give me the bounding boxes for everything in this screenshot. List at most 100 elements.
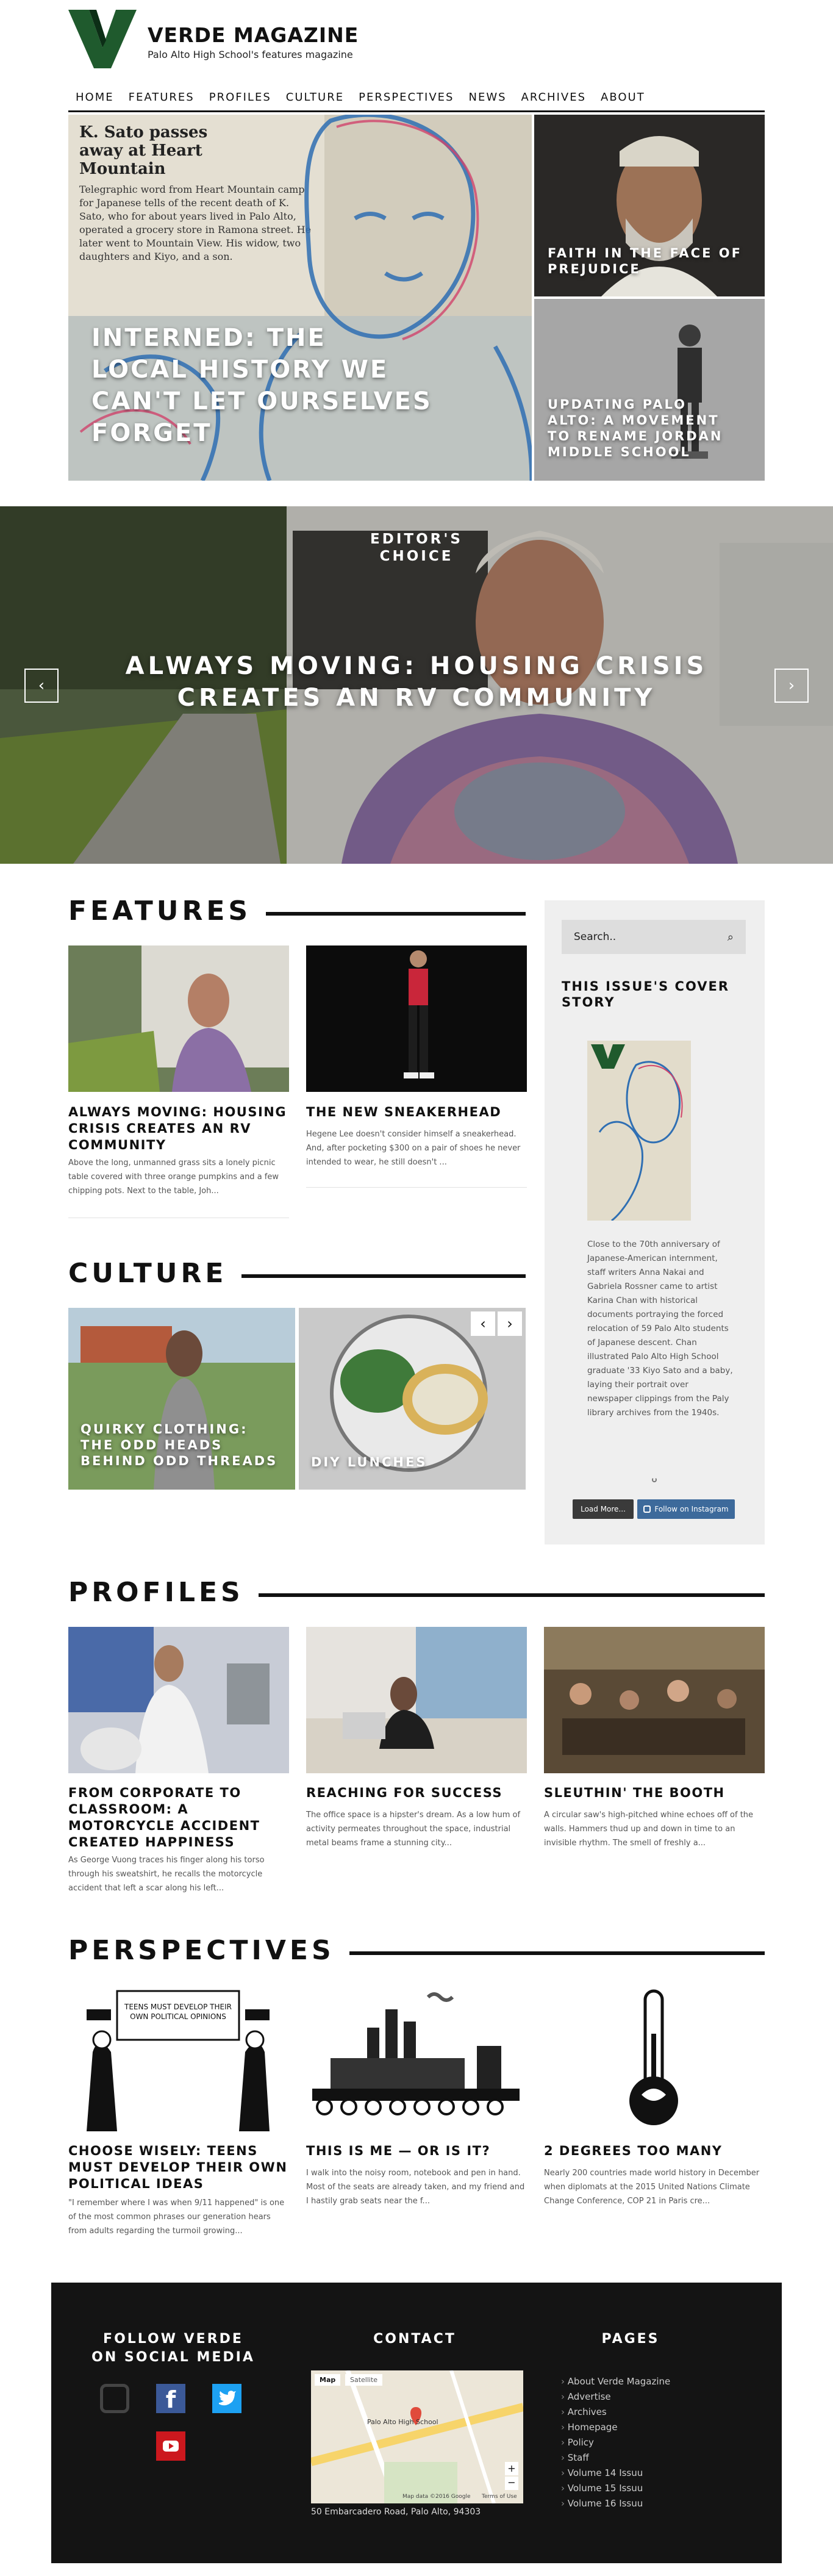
nav-home[interactable]: HOME (68, 91, 121, 104)
zoom-in-button[interactable]: + (505, 2462, 518, 2475)
workshop-photo-icon (544, 1627, 765, 1773)
cover-image[interactable] (587, 1041, 691, 1221)
google-map[interactable]: Map Satellite Palo Alto High School + − … (311, 2370, 523, 2503)
map-terms-link[interactable]: Terms of Use (482, 2494, 517, 2500)
profile-booth-excerpt: A circular saw's high-pitched whine echo… (544, 1810, 754, 1848)
instagram-small-icon (643, 1505, 651, 1513)
site-title[interactable]: VERDE MAGAZINE (148, 23, 359, 47)
page-link[interactable]: Policy (561, 2435, 670, 2450)
search-input[interactable]: Search.. (574, 931, 616, 943)
nav-about[interactable]: ABOUT (593, 91, 652, 104)
profile-booth-title[interactable]: SLEUTHIN' THE BOOTH (544, 1785, 765, 1801)
perspective-degrees-title[interactable]: 2 DEGREES TOO MANY (544, 2143, 765, 2159)
twitter-bird-icon (219, 2391, 236, 2406)
site-tagline: Palo Alto High School's features magazin… (148, 49, 353, 60)
perspective-teens-title[interactable]: CHOOSE WISELY: TEENS MUST DEVELOP THEIR … (68, 2143, 289, 2192)
profile-booth-image[interactable] (544, 1627, 765, 1773)
editors-choice-slider[interactable]: EDITOR'S CHOICE ALWAYS MOVING: HOUSING C… (0, 506, 833, 864)
twitter-icon[interactable] (212, 2384, 241, 2413)
hero-faith-title[interactable]: FAITH IN THE FACE OF PREJUDICE (548, 245, 749, 277)
page-link[interactable]: Volume 16 Issuu (561, 2496, 670, 2511)
follow-instagram-label: Follow on Instagram (654, 1505, 729, 1513)
hero-jordan-title[interactable]: UPDATING PALO ALTO: A MOVEMENT TO RENAME… (548, 396, 731, 460)
hero-main-story[interactable]: K. Sato passes away at Heart Mountain Te… (68, 115, 532, 481)
feature-sneaker-image[interactable] (306, 945, 527, 1092)
page-link[interactable]: Volume 15 Issuu (561, 2481, 670, 2496)
perspective-teens-excerpt: "I remember where I was when 9/11 happen… (68, 2198, 285, 2236)
profile-reaching-excerpt: The office space is a hipster's dream. A… (306, 1810, 521, 1848)
instagram-icon[interactable] (100, 2384, 129, 2413)
search-box[interactable]: Search.. ⌕ (562, 920, 746, 954)
nav-archives[interactable]: ARCHIVES (514, 91, 593, 104)
culture-next-button[interactable]: › (498, 1311, 522, 1336)
nav-profiles[interactable]: PROFILES (202, 91, 279, 104)
perspective-me-title[interactable]: THIS IS ME — OR IS IT? (306, 2143, 527, 2159)
slider-prev-button[interactable]: ‹ (24, 669, 59, 703)
page-link[interactable]: Volume 14 Issuu (561, 2466, 670, 2481)
feature-divider (306, 1187, 527, 1188)
feature-rv-title[interactable]: ALWAYS MOVING: HOUSING CRISIS CREATES AN… (68, 1104, 289, 1153)
culture-heading: CULTURE (68, 1258, 242, 1289)
perspective-me-image[interactable] (306, 1985, 527, 2131)
culture-diy-title[interactable]: DIY LUNCHES (311, 1454, 518, 1470)
search-icon[interactable]: ⌕ (728, 931, 734, 944)
cover-caption: Close to the 70th anniversary of Japanes… (587, 1240, 733, 1418)
nav-news[interactable]: NEWS (461, 91, 513, 104)
feature-sneaker-excerpt: Hegene Lee doesn't consider himself a sn… (306, 1130, 521, 1167)
cover-story-heading: THIS ISSUE'S COVER STORY (562, 979, 729, 1010)
profile-corporate-title[interactable]: FROM CORPORATE TO CLASSROOM: A MOTORCYCL… (68, 1785, 289, 1851)
page-link[interactable]: Staff (561, 2450, 670, 2466)
thermometer-globe-icon (544, 1985, 765, 2131)
perspective-me-excerpt: I walk into the noisy room, notebook and… (306, 2169, 525, 2206)
contact-heading: CONTACT (373, 2331, 456, 2347)
load-more-button[interactable]: Load More... (573, 1499, 634, 1519)
pages-heading: PAGES (601, 2331, 660, 2347)
map-place-label: Palo Alto High School (367, 2418, 438, 2426)
sneakerhead-photo-icon (306, 945, 527, 1092)
footer: FOLLOW VERDE ON SOCIAL MEDIA f CONTACT M… (51, 2283, 782, 2563)
office-photo-icon (306, 1627, 527, 1773)
sidebar: Search.. ⌕ THIS ISSUE'S COVER STORY Clos… (545, 900, 765, 1545)
profile-reaching-image[interactable] (306, 1627, 527, 1773)
map-tab-satellite[interactable]: Satellite (345, 2374, 383, 2386)
perspectives-heading: PERSPECTIVES (68, 1935, 349, 1966)
culture-quirky-card[interactable]: QUIRKY CLOTHING: THE ODD HEADS BEHIND OD… (68, 1308, 295, 1490)
contact-address: 50 Embarcadero Road, Palo Alto, 94303 (311, 2507, 481, 2517)
perspective-teens-image[interactable]: TEENS MUST DEVELOP THEIR OWN POLITICAL O… (68, 1985, 289, 2131)
facebook-icon[interactable]: f (156, 2384, 185, 2413)
feature-rv-excerpt: Above the long, unmanned grass sits a lo… (68, 1158, 279, 1196)
map-credit: Map data ©2016 Google (402, 2494, 471, 2500)
follow-instagram-button[interactable]: Follow on Instagram (637, 1499, 735, 1519)
verde-logo-icon[interactable] (68, 10, 137, 68)
nav-perspectives[interactable]: PERSPECTIVES (351, 91, 461, 104)
loading-spinner-icon (652, 1477, 657, 1482)
nav-features[interactable]: FEATURES (121, 91, 202, 104)
hero-jordan-story[interactable]: UPDATING PALO ALTO: A MOVEMENT TO RENAME… (534, 299, 765, 481)
map-tiles-icon (311, 2370, 523, 2503)
rv-photo-icon (68, 945, 289, 1092)
page-link[interactable]: Homepage (561, 2420, 670, 2435)
culture-diy-card[interactable]: DIY LUNCHES ‹ › (299, 1308, 526, 1490)
perspective-degrees-image[interactable] (544, 1985, 765, 2131)
profile-reaching-title[interactable]: REACHING FOR SUCCESS (306, 1785, 527, 1801)
perspective-degrees-excerpt: Nearly 200 countries made world history … (544, 2169, 760, 2206)
hero-main-title[interactable]: INTERNED: THE LOCAL HISTORY WE CAN'T LET… (91, 322, 433, 449)
culture-quirky-title[interactable]: QUIRKY CLOTHING: THE ODD HEADS BEHIND OD… (80, 1421, 288, 1469)
profile-corporate-image[interactable] (68, 1627, 289, 1773)
hero-faith-story[interactable]: FAITH IN THE FACE OF PREJUDICE (534, 115, 765, 296)
map-tab-map[interactable]: Map (315, 2374, 341, 2386)
nav-culture[interactable]: CULTURE (279, 91, 351, 104)
feature-rv-image[interactable] (68, 945, 289, 1092)
feature-sneaker-title[interactable]: THE NEW SNEAKERHEAD (306, 1104, 527, 1121)
youtube-icon[interactable] (156, 2431, 185, 2461)
profiles-heading: PROFILES (68, 1577, 259, 1608)
factory-conveyor-icon (306, 1985, 527, 2131)
page-link[interactable]: Advertise (561, 2389, 670, 2405)
slider-next-button[interactable]: › (774, 669, 809, 703)
page-link[interactable]: About Verde Magazine (561, 2374, 671, 2389)
zoom-out-button[interactable]: − (505, 2477, 518, 2490)
slider-title[interactable]: ALWAYS MOVING: HOUSING CRISIS CREATES AN… (85, 650, 748, 714)
culture-prev-button[interactable]: ‹ (471, 1311, 495, 1336)
editors-choice-label: EDITOR'S CHOICE (370, 531, 463, 564)
page-link[interactable]: Archives (561, 2405, 670, 2420)
